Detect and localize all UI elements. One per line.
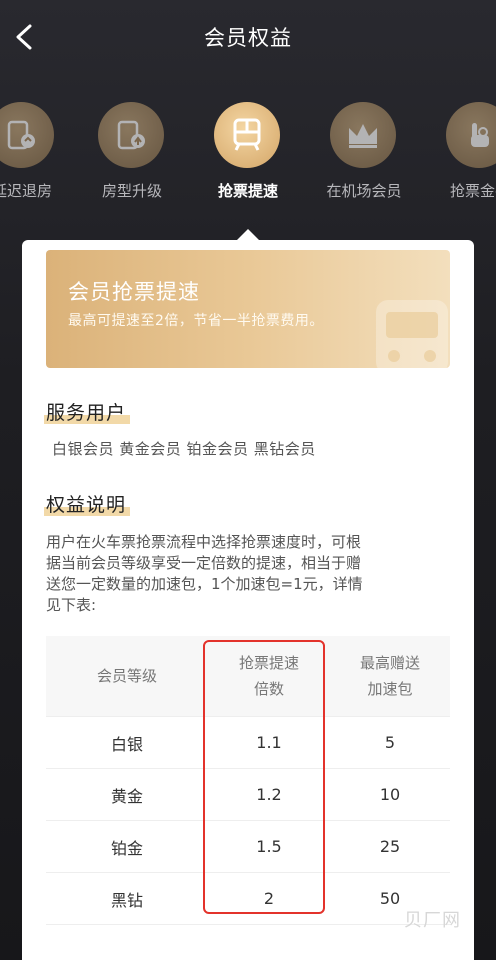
tab-ticket-speedup[interactable]: 抢票提速 — [196, 98, 300, 208]
watermark: 贝厂网 — [404, 910, 461, 931]
room-upgrade-icon — [98, 102, 164, 168]
tab-label: 抢票金手 — [449, 182, 496, 200]
tab-late-checkout[interactable]: 延迟退房 — [0, 98, 74, 208]
train-icon — [214, 102, 280, 168]
tab-airport-member[interactable]: 在机场会员 — [312, 98, 416, 208]
header-level: 会员等级 — [46, 636, 208, 717]
tab-label: 房型升级 — [101, 182, 162, 200]
screen: 会员权益 延迟退房 房型升级 — [0, 0, 496, 960]
hand-icon — [446, 102, 496, 168]
page-title: 会员权益 — [204, 26, 292, 50]
banner-title: 会员抢票提速 — [68, 280, 200, 304]
benefit-card: 会员抢票提速 最高可提速至2倍，节省一半抢票费用。 服务用户 白银会员 黄金会员… — [22, 240, 474, 960]
checkout-icon — [0, 102, 54, 168]
header-pack: 最高赠送 加速包 — [330, 636, 450, 717]
member-levels-text: 白银会员 黄金会员 铂金会员 黑钻会员 — [52, 440, 316, 458]
crown-icon — [330, 102, 396, 168]
tab-label: 抢票提速 — [217, 182, 278, 200]
tab-room-upgrade[interactable]: 房型升级 — [80, 98, 184, 208]
tab-label: 在机场会员 — [326, 182, 402, 200]
tab-label: 延迟退房 — [0, 182, 52, 200]
service-users-title: 服务用户 — [44, 398, 131, 425]
banner-subtitle: 最高可提速至2倍，节省一半抢票费用。 — [68, 313, 324, 329]
benefit-desc-title: 权益说明 — [44, 490, 131, 517]
benefit-banner: 会员抢票提速 最高可提速至2倍，节省一半抢票费用。 — [46, 250, 450, 368]
speed-column-highlight — [203, 640, 325, 914]
train-watermark-icon — [376, 300, 448, 368]
tab-ticket-gold[interactable]: 抢票金手 — [428, 98, 496, 208]
benefit-description: 用户在火车票抢票流程中选择抢票速度时，可根 据当前会员等级享受一定倍数的提速，相… — [46, 533, 363, 614]
